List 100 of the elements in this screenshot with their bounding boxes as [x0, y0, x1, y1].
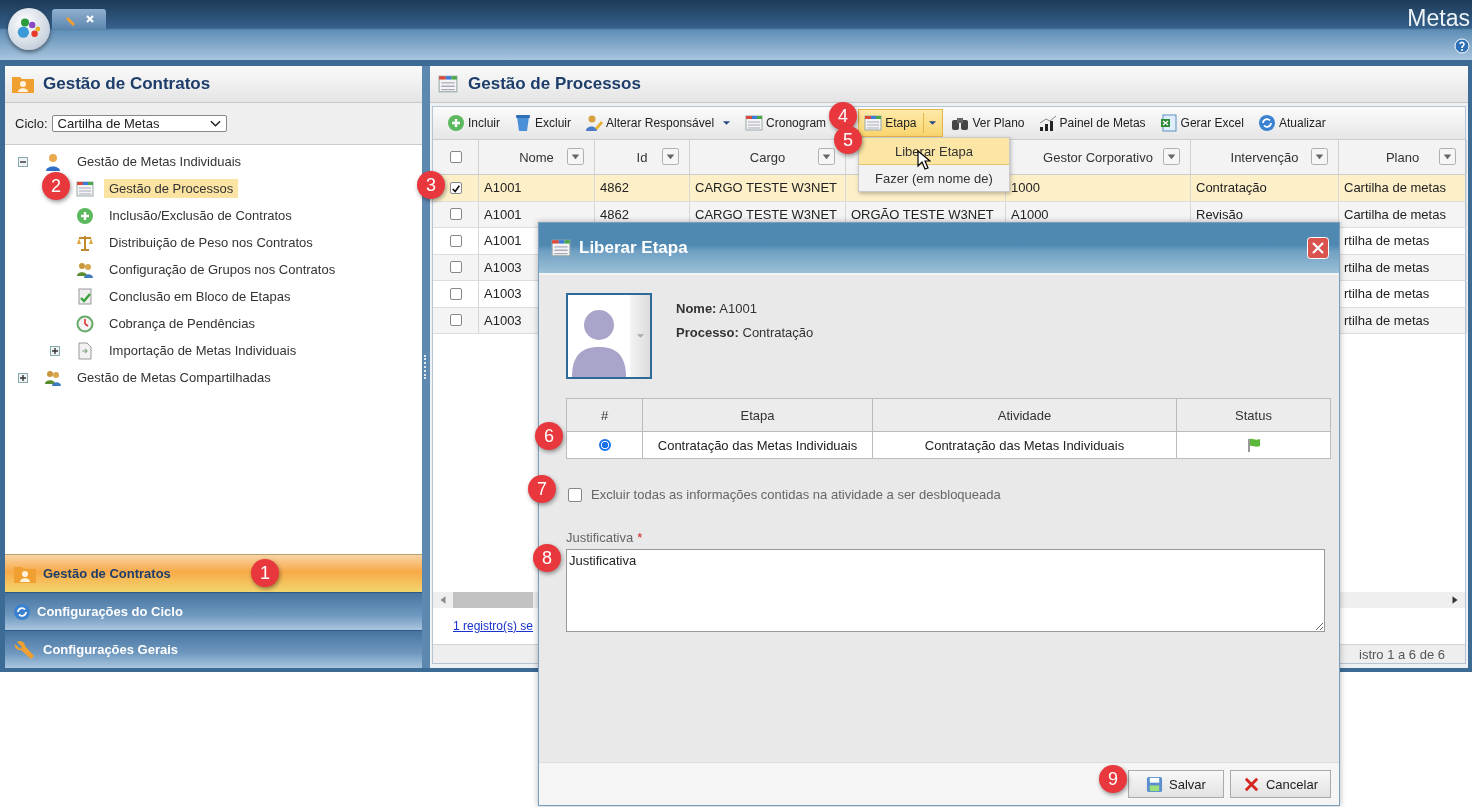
- column-header: Nome: [519, 149, 554, 165]
- table-cell: 4862: [600, 206, 629, 222]
- table-cell: A1000: [1011, 206, 1049, 222]
- row-checkbox[interactable]: [449, 181, 462, 194]
- table-cell: CARGO TESTE W3NET: [695, 206, 838, 222]
- toolbar-button[interactable]: Etapa: [858, 109, 944, 137]
- refresh-icon: [13, 602, 31, 621]
- selection-link[interactable]: 1 registro(s) se: [453, 619, 534, 633]
- cancel-button[interactable]: Cancelar: [1229, 770, 1331, 798]
- column-header: Id: [636, 149, 648, 165]
- table-cell: A1003: [484, 312, 522, 328]
- folder-person-icon: [11, 74, 35, 94]
- save-button[interactable]: Salvar: [1127, 770, 1224, 798]
- chevron-down-icon[interactable]: [209, 119, 221, 128]
- list-icon: [549, 238, 573, 258]
- panel-title: Gestão de Contratos: [43, 74, 211, 94]
- expand-icon[interactable]: [50, 345, 60, 356]
- paging-info: istro 1 a 6 de 6: [1359, 646, 1445, 662]
- document-icon: [76, 341, 94, 360]
- cycle-select[interactable]: Cartilha de Metas: [51, 115, 227, 132]
- row-checkbox[interactable]: [449, 234, 462, 247]
- table-cell: Contratação das Metas Individuais: [657, 437, 858, 453]
- table-cell: CARGO TESTE W3NET: [695, 180, 838, 196]
- calendar-icon: [745, 114, 764, 132]
- toolbar-button[interactable]: Incluir: [441, 110, 506, 136]
- document-check-icon: [76, 287, 94, 306]
- expand-icon[interactable]: [18, 372, 28, 383]
- cycle-label: Ciclo:: [15, 116, 48, 131]
- process-text: Processo: Contratação: [676, 325, 814, 340]
- tree-item[interactable]: Conclusão em Bloco de Etapas: [104, 287, 296, 306]
- cross-icon: [1242, 775, 1260, 793]
- table-cell: rtilha de metas: [1344, 233, 1430, 249]
- toolbar-button[interactable]: Gerar Excel: [1153, 110, 1250, 136]
- column-header: Etapa: [643, 399, 873, 432]
- tree-item[interactable]: Distribuição de Peso nos Contratos: [104, 233, 318, 252]
- row-checkbox[interactable]: [449, 261, 462, 274]
- row-checkbox[interactable]: [449, 314, 462, 327]
- filter-dropdown-button[interactable]: [1311, 148, 1328, 165]
- panel-title: Gestão de Processos: [468, 74, 641, 94]
- toolbar-button[interactable]: Ver Plano: [945, 110, 1031, 136]
- person-pencil-icon: [585, 114, 604, 132]
- spreadsheet-icon: [1159, 114, 1178, 132]
- collapse-icon[interactable]: [18, 156, 28, 167]
- list-icon: [76, 179, 94, 198]
- tree-item[interactable]: Gestão de Metas Individuais: [72, 152, 247, 171]
- column-header: Plano: [1385, 149, 1420, 165]
- table-icon: [864, 114, 883, 132]
- tree-item[interactable]: Gestão de Processos: [104, 179, 239, 198]
- table-cell: A1003: [484, 259, 522, 275]
- trash-icon: [514, 114, 532, 132]
- row-checkbox[interactable]: [449, 287, 462, 300]
- field-label: Justificativa: [566, 530, 634, 545]
- filter-dropdown-button[interactable]: [1439, 148, 1456, 165]
- toolbar-button[interactable]: Atualizar: [1251, 110, 1332, 136]
- people-icon: [76, 260, 94, 279]
- row-checkbox[interactable]: [449, 208, 462, 221]
- table-cell: Contratação: [1196, 180, 1267, 196]
- close-button[interactable]: [1307, 237, 1329, 259]
- table-cell: Cartilha de metas: [1344, 180, 1446, 196]
- checkbox[interactable]: [568, 487, 582, 502]
- table-cell: Cartilha de metas: [1344, 206, 1446, 222]
- caret-icon[interactable]: [722, 120, 732, 126]
- name-text: Nome: A1001: [676, 301, 758, 316]
- table-cell: Contratação das Metas Individuais: [924, 437, 1125, 453]
- scroll-thumb[interactable]: [453, 592, 533, 608]
- filter-dropdown-button[interactable]: [818, 148, 835, 165]
- scales-icon: [76, 233, 94, 252]
- tree-item[interactable]: Gestão de Metas Compartilhadas: [72, 368, 276, 387]
- table-cell: ORGÃO TESTE W3NET: [851, 206, 994, 222]
- caret-icon[interactable]: [923, 113, 938, 133]
- tree-item[interactable]: Configuração de Grupos nos Contratos: [104, 260, 341, 279]
- tree-item[interactable]: Cobrança de Pendências: [104, 314, 260, 333]
- table-cell: 4862: [600, 180, 629, 196]
- tree-item[interactable]: Inclusão/Exclusão de Contratos: [104, 206, 297, 225]
- filter-dropdown-button[interactable]: [567, 148, 584, 165]
- refresh-icon: [1257, 114, 1276, 132]
- app-title: Metas: [1407, 4, 1470, 32]
- select-all-checkbox[interactable]: [449, 151, 462, 163]
- tree-item[interactable]: Importação de Metas Individuais: [104, 341, 302, 360]
- dialog-title: Liberar Etapa: [579, 238, 688, 258]
- help-icon[interactable]: [1454, 38, 1470, 54]
- column-header: #: [567, 399, 643, 432]
- table-cell: A1003: [484, 286, 522, 302]
- people-icon: [44, 368, 62, 387]
- toolbar-button[interactable]: Painel de Metas: [1032, 110, 1152, 136]
- radio-button[interactable]: [598, 439, 611, 451]
- justification-field[interactable]: Justificativa: [566, 549, 1325, 632]
- table-cell: rtilha de metas: [1344, 312, 1430, 328]
- table-cell: A1001: [484, 233, 522, 249]
- column-header: Cargo: [749, 149, 786, 165]
- bar-chart-icon: [1038, 114, 1057, 132]
- toolbar-button[interactable]: Alterar Responsável: [579, 110, 738, 136]
- filter-dropdown-button[interactable]: [662, 148, 679, 165]
- table-cell: Revisão: [1196, 206, 1243, 222]
- app-logo[interactable]: [8, 8, 50, 50]
- column-header: Status: [1177, 399, 1331, 432]
- checkbox-label: Excluir todas as informações contidas na atividade a ser desbloqueada: [591, 487, 1001, 502]
- table-cell: rtilha de metas: [1344, 259, 1430, 275]
- toolbar-button[interactable]: Excluir: [508, 110, 578, 136]
- filter-dropdown-button[interactable]: [1163, 148, 1180, 165]
